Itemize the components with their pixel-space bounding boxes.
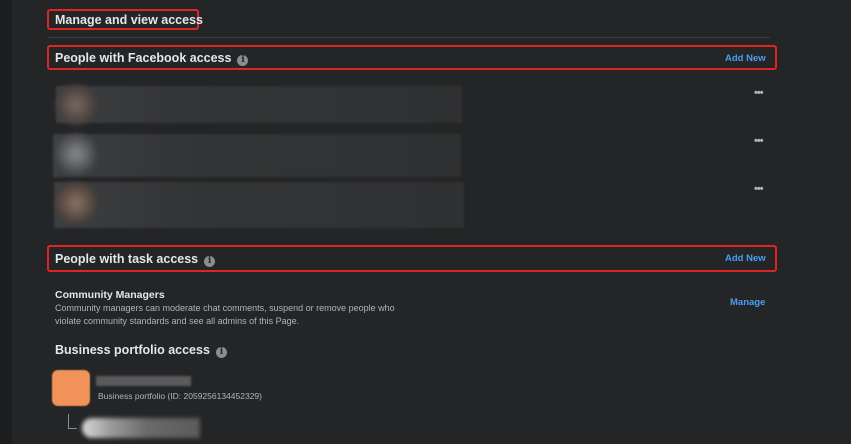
avatar	[56, 85, 96, 125]
blurred-user-info	[56, 86, 462, 123]
business-portfolio-id: Business portfolio (ID: 2059256134452329…	[98, 391, 262, 401]
tree-connector	[68, 414, 77, 429]
manage-community-managers-button[interactable]: Manage	[730, 297, 765, 308]
blurred-user-info	[53, 134, 461, 177]
page-title: Manage and view access	[55, 13, 203, 27]
task-access-heading: People with task access i	[55, 252, 216, 267]
more-options-button[interactable]: •••	[754, 87, 764, 99]
blurred-portfolio-member	[82, 418, 200, 438]
info-icon[interactable]: i	[215, 347, 227, 358]
role-title: Community Managers	[55, 289, 165, 301]
add-new-task-access-button[interactable]: Add New	[725, 253, 766, 264]
business-portfolio-avatar	[52, 370, 90, 406]
facebook-access-heading: People with Facebook access i	[55, 51, 249, 66]
info-icon[interactable]: i	[204, 256, 216, 267]
header-divider	[48, 37, 770, 38]
business-portfolio-title: Business portfolio access	[55, 343, 210, 357]
task-access-title: People with task access	[55, 252, 199, 266]
access-settings-panel: Manage and view access People with Faceb…	[0, 0, 851, 444]
role-description: Community managers can moderate chat com…	[55, 303, 395, 326]
avatar	[56, 183, 96, 223]
business-portfolio-heading: Business portfolio access i	[55, 343, 227, 358]
blurred-user-info	[54, 182, 464, 228]
blurred-portfolio-name	[96, 376, 191, 386]
left-edge-strip	[0, 0, 12, 444]
facebook-access-title: People with Facebook access	[55, 51, 232, 65]
more-options-button[interactable]: •••	[754, 183, 764, 195]
info-icon[interactable]: i	[237, 55, 249, 66]
more-options-button[interactable]: •••	[754, 135, 764, 147]
avatar	[56, 134, 96, 174]
add-new-facebook-access-button[interactable]: Add New	[725, 53, 766, 64]
